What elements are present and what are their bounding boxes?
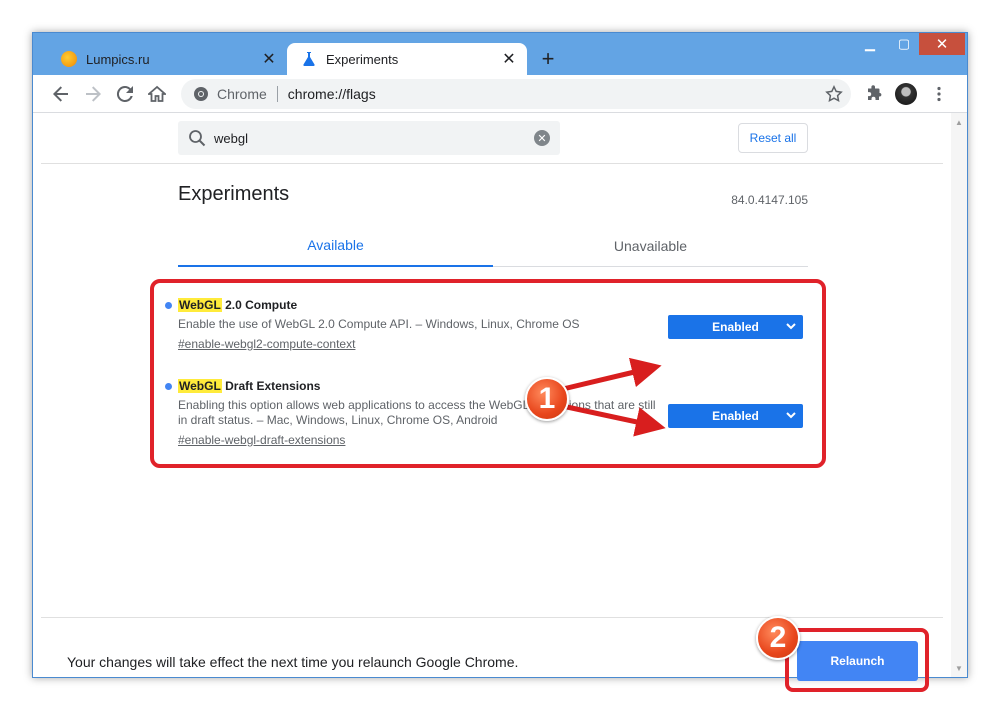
reload-icon[interactable] <box>111 80 139 108</box>
flags-tabs: Available Unavailable <box>178 225 808 267</box>
flags-page: ✕ Reset all Experiments 84.0.4147.105 Av… <box>33 113 967 692</box>
star-icon[interactable] <box>823 83 845 105</box>
step-marker-2: 2 <box>756 616 800 660</box>
close-icon[interactable]: ✕ <box>499 49 519 69</box>
omnibox-divider <box>276 86 278 102</box>
tab-experiments[interactable]: Experiments ✕ <box>287 43 527 75</box>
profile-avatar[interactable] <box>895 83 917 105</box>
search-input[interactable] <box>214 130 534 146</box>
browser-window: Lumpics.ru ✕ Experiments ✕ + ▁ ▢ ✕ Chrom… <box>32 32 968 692</box>
back-icon[interactable] <box>47 80 75 108</box>
tab-unavailable[interactable]: Unavailable <box>493 225 808 267</box>
step-marker-1: 1 <box>525 377 569 421</box>
clear-search-icon[interactable]: ✕ <box>534 130 550 146</box>
toolbar: Chrome chrome://flags <box>33 75 967 113</box>
menu-icon[interactable] <box>925 80 953 108</box>
forward-icon[interactable] <box>79 80 107 108</box>
orange-circle-icon <box>61 51 77 67</box>
page-title: Experiments <box>178 183 290 205</box>
tab-lumpics[interactable]: Lumpics.ru ✕ <box>47 43 287 75</box>
reset-all-button[interactable]: Reset all <box>738 123 808 153</box>
close-icon[interactable]: ✕ <box>259 49 279 69</box>
minimize-icon[interactable]: ▁ <box>857 33 883 55</box>
relaunch-message: Your changes will take effect the next t… <box>67 654 519 670</box>
tab-title: Experiments <box>326 51 399 67</box>
footer-divider <box>41 617 943 618</box>
new-tab-button[interactable]: + <box>535 46 561 72</box>
scroll-down-icon[interactable]: ▼ <box>951 661 967 675</box>
annotation-highlight-box <box>150 279 826 468</box>
omnibox-origin: Chrome <box>217 86 267 102</box>
omnibox-url[interactable]: chrome://flags <box>288 86 376 102</box>
relaunch-button[interactable]: Relaunch <box>797 641 918 681</box>
scrollbar[interactable]: ▲ ▼ <box>951 113 967 677</box>
maximize-icon[interactable]: ▢ <box>891 33 917 55</box>
header-divider <box>41 163 943 164</box>
search-box[interactable]: ✕ <box>178 121 560 155</box>
tab-strip: Lumpics.ru ✕ Experiments ✕ + ▁ ▢ ✕ <box>33 33 967 75</box>
flask-icon <box>301 51 317 67</box>
version-label: 84.0.4147.105 <box>731 193 808 207</box>
home-icon[interactable] <box>143 80 171 108</box>
extensions-icon[interactable] <box>861 80 889 108</box>
window-close-icon[interactable]: ✕ <box>919 33 965 55</box>
search-icon <box>188 129 206 147</box>
scroll-up-icon[interactable]: ▲ <box>951 115 967 129</box>
tab-available[interactable]: Available <box>178 225 493 267</box>
chrome-icon <box>193 86 209 102</box>
omnibox[interactable]: Chrome chrome://flags <box>181 79 851 109</box>
tab-title: Lumpics.ru <box>86 51 150 67</box>
